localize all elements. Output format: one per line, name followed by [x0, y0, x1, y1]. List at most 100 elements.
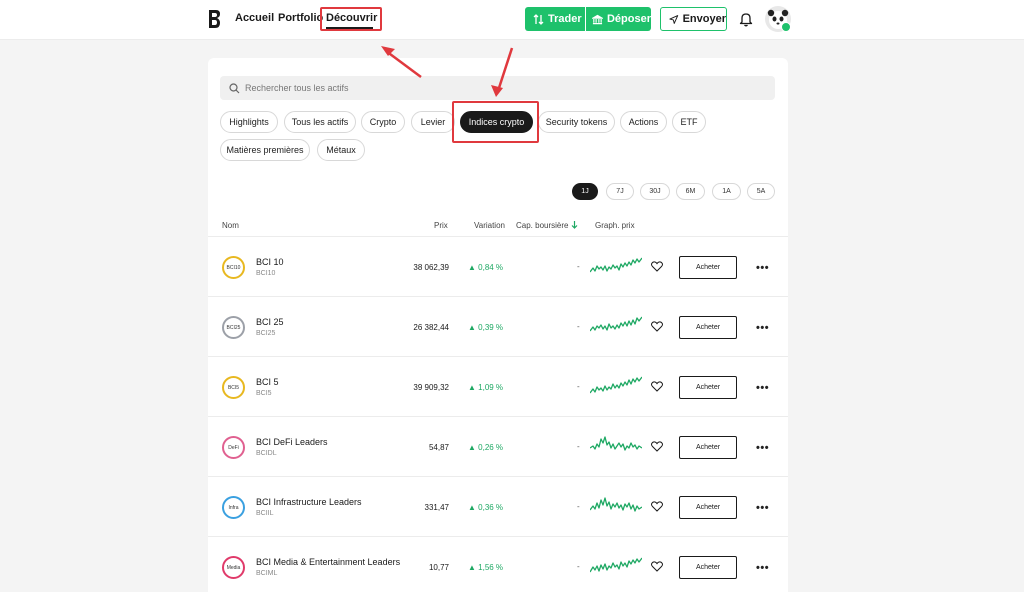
heart-icon[interactable] [651, 261, 663, 272]
more-icon[interactable]: ••• [756, 382, 769, 394]
buy-button[interactable]: Acheter [679, 256, 737, 279]
asset-price: 38 062,39 [413, 263, 449, 272]
verified-badge-icon [781, 22, 791, 32]
buy-button[interactable]: Acheter [679, 496, 737, 519]
table-row[interactable]: Infra BCI Infrastructure Leaders BCIIL 3… [208, 477, 788, 537]
heart-icon[interactable] [651, 501, 663, 512]
header-nom[interactable]: Nom [222, 221, 239, 230]
heart-icon[interactable] [651, 561, 663, 572]
asset-change: ▲ 0,36 % [468, 503, 504, 512]
deposer-button[interactable]: Déposer [586, 7, 651, 31]
asset-ticker: BCI25 [256, 330, 276, 337]
asset-logo: BCI5 [222, 376, 245, 399]
asset-ticker: BCI5 [256, 390, 272, 397]
chip-metaux[interactable]: Métaux [317, 139, 365, 161]
period-1j[interactable]: 1J [572, 183, 598, 200]
table-row[interactable]: BCI10 BCI 10 BCI10 38 062,39 ▲ 0,84 % - … [208, 237, 788, 297]
asset-name[interactable]: BCI Media & Entertainment Leaders [256, 557, 400, 567]
header-cap-label: Cap. boursière [516, 221, 569, 230]
asset-market-cap: - [577, 262, 580, 271]
asset-change: ▲ 0,26 % [468, 443, 504, 452]
asset-name[interactable]: BCI 25 [256, 317, 284, 327]
header-graph-prix: Graph. prix [595, 221, 635, 230]
asset-name[interactable]: BCI Infrastructure Leaders [256, 497, 362, 507]
asset-market-cap: - [577, 322, 580, 331]
nav-accueil[interactable]: Accueil [235, 12, 274, 24]
buy-button[interactable]: Acheter [679, 316, 737, 339]
chip-actions[interactable]: Actions [620, 111, 667, 133]
trader-label: Trader [548, 13, 582, 25]
period-7j[interactable]: 7J [606, 183, 634, 200]
asset-price: 54,87 [428, 443, 449, 452]
price-sparkline [590, 557, 642, 573]
price-sparkline [590, 257, 642, 273]
asset-logo: BCI25 [222, 316, 245, 339]
more-icon[interactable]: ••• [756, 262, 769, 274]
more-icon[interactable]: ••• [756, 442, 769, 454]
asset-logo: DeFi [222, 436, 245, 459]
top-navigation-bar: Accueil Portfolio Découvrir Trader Dépos… [0, 0, 1024, 40]
price-sparkline [590, 497, 642, 512]
bell-icon[interactable] [739, 11, 753, 27]
discover-card: Highlights Tous les actifs Crypto Levier… [208, 58, 788, 592]
table-row[interactable]: BCI25 BCI 25 BCI25 26 382,44 ▲ 0,39 % - … [208, 297, 788, 357]
bitpanda-logo[interactable] [207, 9, 221, 29]
more-icon[interactable]: ••• [756, 502, 769, 514]
chip-levier[interactable]: Levier [411, 111, 455, 133]
table-row[interactable]: DeFi BCI DeFi Leaders BCIDL 54,87 ▲ 0,26… [208, 417, 788, 477]
period-30j[interactable]: 30J [640, 183, 670, 200]
chip-security-tokens[interactable]: Security tokens [538, 111, 615, 133]
trade-arrows-icon [533, 13, 544, 25]
search-input[interactable] [220, 76, 775, 100]
period-1a[interactable]: 1A [712, 183, 741, 200]
buy-button[interactable]: Acheter [679, 376, 737, 399]
table-row[interactable]: BCI5 BCI 5 BCI5 39 909,32 ▲ 1,09 % - Ach… [208, 357, 788, 417]
more-icon[interactable]: ••• [756, 562, 769, 574]
trader-button[interactable]: Trader [525, 7, 585, 31]
heart-icon[interactable] [651, 321, 663, 332]
asset-market-cap: - [577, 382, 580, 391]
chip-crypto[interactable]: Crypto [361, 111, 405, 133]
asset-price: 26 382,44 [413, 323, 449, 332]
send-icon [669, 14, 679, 24]
asset-market-cap: - [577, 562, 580, 571]
more-icon[interactable]: ••• [756, 322, 769, 334]
asset-ticker: BCIML [256, 570, 278, 577]
price-sparkline [590, 436, 642, 451]
asset-ticker: BCIIL [256, 510, 274, 517]
asset-ticker: BCIDL [256, 450, 277, 457]
nav-portfolio[interactable]: Portfolio [278, 12, 323, 24]
asset-change: ▲ 1,09 % [468, 383, 504, 392]
period-6m[interactable]: 6M [676, 183, 705, 200]
sort-down-icon [571, 221, 578, 229]
asset-logo: Media [222, 556, 245, 579]
chip-tous-les-actifs[interactable]: Tous les actifs [284, 111, 356, 133]
asset-name[interactable]: BCI 10 [256, 257, 284, 267]
chip-matieres-premieres[interactable]: Matières premières [220, 139, 310, 161]
asset-logo: Infra [222, 496, 245, 519]
asset-change: ▲ 0,84 % [468, 263, 504, 272]
price-sparkline [590, 376, 642, 394]
highlight-box-indices-crypto [452, 101, 539, 143]
asset-logo: BCI10 [222, 256, 245, 279]
table-row[interactable]: Media BCI Media & Entertainment Leaders … [208, 537, 788, 592]
deposer-label: Déposer [606, 13, 651, 25]
heart-icon[interactable] [651, 381, 663, 392]
asset-price: 10,77 [428, 563, 449, 572]
header-variation[interactable]: Variation [474, 221, 505, 230]
buy-button[interactable]: Acheter [679, 556, 737, 579]
header-cap-boursiere[interactable]: Cap. boursière [516, 221, 578, 230]
heart-icon[interactable] [651, 441, 663, 452]
chip-highlights[interactable]: Highlights [220, 111, 278, 133]
buy-button[interactable]: Acheter [679, 436, 737, 459]
envoyer-button[interactable]: Envoyer [660, 7, 727, 31]
period-5a[interactable]: 5A [747, 183, 775, 200]
search-icon [229, 83, 240, 94]
asset-ticker: BCI10 [256, 270, 276, 277]
asset-name[interactable]: BCI 5 [256, 377, 279, 387]
highlight-box-decouvrir [320, 7, 382, 31]
asset-name[interactable]: BCI DeFi Leaders [256, 437, 328, 447]
asset-change: ▲ 1,56 % [468, 563, 504, 572]
chip-etf[interactable]: ETF [672, 111, 706, 133]
header-prix[interactable]: Prix [434, 221, 448, 230]
